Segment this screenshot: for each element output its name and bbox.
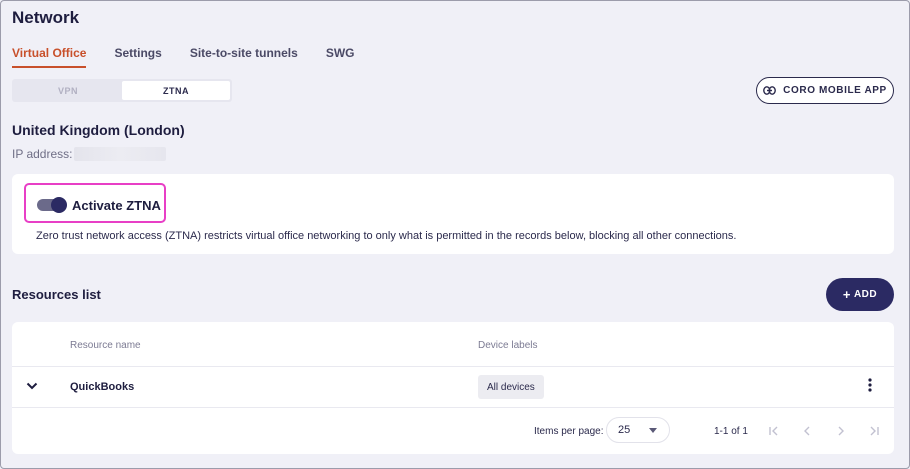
column-header-resource-name: Resource name	[70, 340, 141, 351]
tab-virtual-office[interactable]: Virtual Office	[12, 46, 87, 68]
previous-page-icon[interactable]	[801, 424, 813, 442]
items-per-page-label: Items per page:	[534, 426, 604, 437]
next-page-icon[interactable]	[835, 424, 847, 442]
ip-address-value-redacted	[74, 147, 167, 161]
ip-address-label: IP address:	[12, 147, 73, 161]
link-icon	[763, 86, 777, 95]
tab-site-to-site-tunnels[interactable]: Site-to-site tunnels	[190, 46, 298, 68]
mode-toggle: VPN ZTNA	[12, 79, 232, 102]
column-header-device-labels: Device labels	[478, 340, 538, 351]
first-page-icon[interactable]	[768, 424, 780, 442]
tab-settings[interactable]: Settings	[114, 46, 161, 68]
location-name: United Kingdom (London)	[12, 122, 185, 138]
row-divider	[12, 407, 894, 408]
resources-table: Resource name Device labels QuickBooks A…	[12, 322, 894, 454]
tab-bar: Virtual Office Settings Site-to-site tun…	[12, 46, 383, 68]
items-per-page-select[interactable]: 25	[606, 417, 670, 443]
mode-ztna-button[interactable]: ZTNA	[122, 81, 230, 100]
pagination-range: 1-1 of 1	[714, 426, 748, 437]
resource-name-cell: QuickBooks	[70, 381, 135, 393]
activate-ztna-toggle[interactable]	[37, 197, 67, 213]
toggle-knob	[51, 197, 67, 213]
coro-mobile-app-button[interactable]: CORO MOBILE APP	[756, 77, 894, 104]
page-title: Network	[12, 8, 80, 27]
items-per-page-value: 25	[618, 424, 631, 436]
coro-mobile-app-label: CORO MOBILE APP	[783, 85, 887, 96]
last-page-icon[interactable]	[868, 424, 880, 442]
dropdown-arrow-icon	[649, 428, 657, 433]
activate-ztna-label: Activate ZTNA	[72, 198, 161, 213]
header-divider	[12, 366, 894, 367]
add-resource-button[interactable]: + ADD	[826, 278, 894, 311]
resources-list-title: Resources list	[12, 287, 101, 302]
device-label-chip: All devices	[478, 375, 544, 399]
mode-vpn-button[interactable]: VPN	[14, 81, 122, 100]
add-label: ADD	[853, 289, 878, 300]
tab-swg[interactable]: SWG	[326, 46, 355, 68]
plus-icon: +	[842, 287, 851, 302]
expand-row-chevron-icon[interactable]	[26, 379, 38, 397]
ip-address-row: IP address:	[12, 147, 167, 161]
ztna-description: Zero trust network access (ZTNA) restric…	[36, 230, 737, 242]
row-actions-kebab-icon[interactable]	[868, 378, 872, 397]
